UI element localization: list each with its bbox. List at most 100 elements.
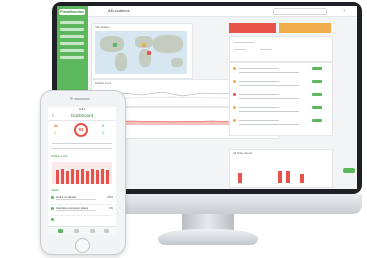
monitor-stand [182,214,234,230]
alerts-bar-panel: All Sites Alerts [229,149,333,188]
alert-status-icon [233,106,236,109]
home-tab-icon[interactable] [58,229,63,233]
alerts-bar-title: All Sites Alerts [233,151,253,155]
alert-title [239,81,279,82]
search-input[interactable] [273,8,327,15]
camera-icon [70,97,73,100]
alert-badge [312,119,322,122]
alert-desc [239,72,299,73]
alert-status-icon [233,80,236,83]
status-dot-icon [51,218,54,221]
alert-row[interactable] [230,91,332,103]
phone-title: Dashboard [70,113,93,118]
stat-warning: 1 [54,131,56,135]
settings-tab-icon[interactable] [104,229,109,233]
desktop-topbar: AllLocations ? [88,6,357,17]
alert-desc [239,85,299,86]
alert-row[interactable] [230,117,332,129]
alert-title [239,68,279,69]
chart-bar [91,169,94,184]
chart-bar [106,170,109,184]
world-map[interactable] [95,31,187,74]
chart-bar [96,170,99,184]
chart-bar [286,171,290,183]
divider [52,148,112,149]
sidebar-item[interactable] [60,49,84,52]
reports-tab-icon[interactable] [90,229,95,233]
alert-row[interactable] [230,78,332,90]
map-landmass [100,36,124,52]
alert-desc [239,111,299,112]
chart-bar [71,169,74,184]
map-landmass [153,35,183,53]
divider [52,143,112,144]
alert-status-icon [233,119,236,122]
map-pin-icon[interactable] [147,51,151,55]
phone-speaker [74,98,90,100]
map-pin-icon[interactable] [142,43,146,47]
map-landmass [171,58,183,67]
chart-bar [300,174,304,183]
sidebar-item[interactable] [60,42,84,45]
chart-bar [66,171,69,184]
alert-desc [239,124,299,125]
help-icon[interactable]: ? [343,8,345,13]
alert-badge [312,67,322,70]
chart-bar [76,170,79,184]
alert-badge [312,93,322,96]
stat-critical: 21 [54,124,58,128]
chart-bar [81,169,84,184]
map-panel: Site Status [91,23,193,79]
filter-label [234,42,254,43]
alerts-panel [229,62,333,136]
alert-row[interactable] [230,65,332,77]
filter-panel [229,36,333,62]
sidebar-item[interactable] [60,21,84,24]
chart-bar [86,171,89,184]
phone-tabbar [48,226,116,235]
chart-bar [61,169,64,184]
list-item-value: 0% [108,206,113,210]
list-item-value: 83% [107,195,113,199]
warning-tile[interactable] [279,23,331,33]
list-item-sub [56,199,96,200]
home-button[interactable] [75,238,90,253]
brand-logo: FlowMonitor [59,9,85,15]
status-dot-icon [51,196,54,199]
phone-bar-chart [52,162,112,184]
critical-tile[interactable] [229,23,276,33]
alert-status-icon [233,67,236,70]
page-title: AllLocations [108,8,130,13]
stat-info: 2 [102,131,104,135]
sidebar-item[interactable] [60,28,84,31]
map-panel-title: Site Status [95,25,110,29]
chart-bar [56,170,59,184]
phone-screen: 9:41 ≡ Dashboard 21 1 84 0 2 Packet Loss… [48,107,116,235]
alert-title [239,120,279,121]
map-landmass [115,53,127,71]
alerts-tab-icon[interactable] [74,229,79,233]
chart-bar [101,169,104,184]
sidebar-item[interactable] [60,56,84,59]
monitor-base [158,229,258,245]
alert-desc [239,98,299,99]
action-button[interactable] [343,168,355,173]
sidebar-item[interactable] [60,35,84,38]
stat-ok: 0 [102,124,104,128]
alert-row[interactable] [230,104,332,116]
map-pin-icon[interactable] [113,43,117,47]
list-item[interactable]: Link 1 on device 83% [51,194,113,205]
chart-bar [278,171,282,183]
section-title-packet-loss: Packet Loss [51,154,68,158]
list-item[interactable]: Interface connector status 0% [51,205,113,216]
alert-title [239,94,279,95]
status-dot-icon [51,207,54,210]
alert-badge [312,80,322,83]
alert-title [239,107,279,108]
filter-field[interactable] [260,49,272,50]
list-item-sub [56,210,96,211]
alert-status-icon [233,93,236,96]
filter-field[interactable] [234,49,246,50]
chart-bar [238,173,242,183]
alert-badge [312,106,322,109]
